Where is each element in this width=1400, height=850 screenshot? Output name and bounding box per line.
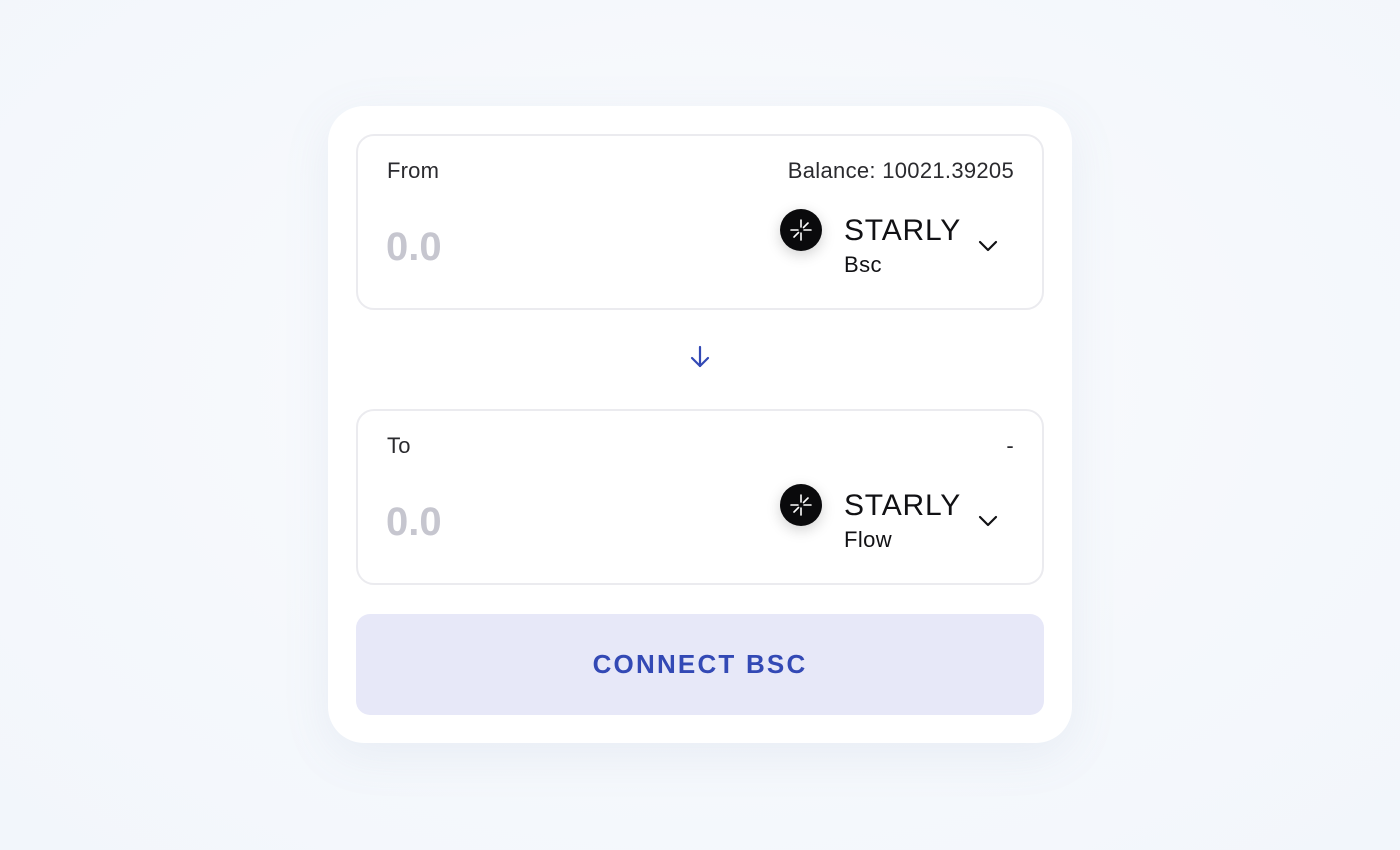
chevron-down-icon bbox=[978, 240, 998, 252]
from-token-network: Bsc bbox=[844, 252, 882, 277]
to-label: To bbox=[387, 433, 411, 458]
to-token-network: Flow bbox=[844, 527, 893, 552]
to-info: - bbox=[1006, 433, 1014, 458]
chevron-down-icon bbox=[978, 515, 998, 527]
arrow-down-icon[interactable] bbox=[687, 344, 713, 370]
from-panel: From Balance: 10021.39205 STARLY Bsc bbox=[356, 134, 1044, 310]
starly-logo-icon bbox=[780, 484, 822, 526]
from-amount-input[interactable] bbox=[386, 222, 686, 272]
connect-bsc-button[interactable]: CONNECT BSC bbox=[356, 614, 1044, 715]
from-balance: Balance: 10021.39205 bbox=[787, 158, 1014, 183]
to-amount-input[interactable] bbox=[386, 497, 686, 547]
from-label: From bbox=[387, 158, 440, 183]
bridge-card: From Balance: 10021.39205 STARLY Bsc bbox=[328, 106, 1072, 743]
from-token-selector[interactable]: STARLY Bsc bbox=[778, 206, 1018, 286]
to-panel: To - STARLY Flow bbox=[356, 409, 1044, 585]
to-token-selector[interactable]: STARLY Flow bbox=[778, 481, 1018, 561]
starly-logo-icon bbox=[780, 209, 822, 251]
to-token-symbol: STARLY bbox=[844, 489, 962, 522]
from-token-symbol: STARLY bbox=[844, 214, 962, 247]
